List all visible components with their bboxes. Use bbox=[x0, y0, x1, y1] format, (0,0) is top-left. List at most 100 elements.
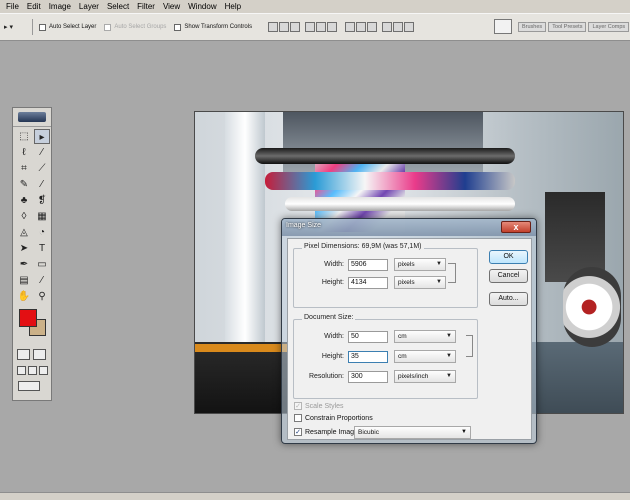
history-brush-icon[interactable]: ❡ bbox=[34, 193, 50, 208]
doc-width-input[interactable]: 50 bbox=[348, 330, 388, 343]
full-screen-menu-icon[interactable] bbox=[28, 366, 37, 375]
standard-mode-icon[interactable] bbox=[17, 349, 30, 360]
constrain-proportions-label: Constrain Proportions bbox=[305, 414, 373, 422]
blur-icon[interactable]: ◬ bbox=[16, 225, 32, 240]
menu-help[interactable]: Help bbox=[221, 0, 245, 13]
check-icon: ✓ bbox=[294, 402, 302, 410]
distribute-bottom-icon[interactable] bbox=[367, 22, 378, 32]
show-transform-controls-checkbox[interactable]: Show Transform Controls bbox=[174, 23, 252, 31]
distribute-hcenter-icon[interactable] bbox=[393, 22, 404, 32]
tool-preset-picker[interactable]: ▸ ▾ bbox=[4, 20, 22, 34]
menu-image[interactable]: Image bbox=[45, 0, 75, 13]
menu-window[interactable]: Window bbox=[184, 0, 220, 13]
pixel-width-input[interactable]: 5906 bbox=[348, 258, 388, 271]
align-left-icon[interactable] bbox=[305, 22, 316, 32]
align-top-icon[interactable] bbox=[268, 22, 279, 32]
align-right-icon[interactable] bbox=[327, 22, 338, 32]
menu-view[interactable]: View bbox=[159, 0, 184, 13]
pen-icon[interactable]: ✒ bbox=[16, 257, 32, 272]
distribute-buttons bbox=[345, 22, 415, 32]
constrain-proportions-checkbox[interactable]: Constrain Proportions bbox=[294, 414, 373, 422]
pixel-height-input[interactable]: 4134 bbox=[348, 276, 388, 289]
tab-brushes[interactable]: Brushes bbox=[518, 22, 547, 32]
type-icon[interactable]: T bbox=[34, 241, 50, 256]
align-bottom-icon[interactable] bbox=[290, 22, 301, 32]
distribute-left-icon[interactable] bbox=[382, 22, 393, 32]
pixel-width-row: Width: 5906 pixels ▼ bbox=[298, 258, 446, 271]
path-selection-icon[interactable]: ➤ bbox=[16, 241, 32, 256]
resample-method-select[interactable]: Bicubic ▼ bbox=[354, 426, 471, 439]
distribute-vcenter-icon[interactable] bbox=[356, 22, 367, 32]
lasso-icon[interactable]: ℓ bbox=[16, 145, 32, 160]
resample-image-checkbox[interactable]: ✓ Resample Image: bbox=[294, 428, 360, 436]
doc-height-unit: cm bbox=[398, 353, 407, 360]
slice-icon[interactable]: ⟋ bbox=[34, 161, 50, 176]
pixel-width-unit-select[interactable]: pixels ▼ bbox=[394, 258, 446, 271]
doc-width-unit-select[interactable]: cm ▼ bbox=[394, 330, 456, 343]
check-icon: ✓ bbox=[294, 428, 302, 436]
clone-stamp-icon[interactable]: ♣ bbox=[16, 193, 32, 208]
zoom-icon[interactable]: ⚲ bbox=[34, 289, 50, 304]
eyedropper-icon[interactable]: ⁄ bbox=[34, 273, 50, 288]
tab-layer-comps[interactable]: Layer Comps bbox=[588, 22, 630, 32]
chevron-down-icon: ▼ bbox=[436, 279, 442, 285]
cancel-button[interactable]: Cancel bbox=[489, 269, 528, 283]
screen-mode-buttons bbox=[13, 366, 51, 375]
align-vcenter-icon[interactable] bbox=[279, 22, 290, 32]
pixel-width-unit: pixels bbox=[398, 261, 415, 268]
ok-button[interactable]: OK bbox=[489, 250, 528, 264]
tool-grid: ⬚ ▸ ℓ ⁄ ⌗ ⟋ ✎ ⁄ ♣ ❡ ◊ ▦ ◬ ◔ ➤ T ✒ ▭ ▤ ⁄ … bbox=[13, 127, 51, 304]
magic-wand-icon[interactable]: ⁄ bbox=[34, 145, 50, 160]
notes-icon[interactable]: ▤ bbox=[16, 273, 32, 288]
palette-well-icon[interactable] bbox=[494, 19, 512, 34]
full-screen-icon[interactable] bbox=[39, 366, 48, 375]
distribute-right-icon[interactable] bbox=[404, 22, 415, 32]
menu-select[interactable]: Select bbox=[103, 0, 133, 13]
brush-icon[interactable]: ⁄ bbox=[34, 177, 50, 192]
menu-file[interactable]: File bbox=[2, 0, 23, 13]
dialog-title-bar[interactable]: Image Size x bbox=[282, 219, 536, 236]
align-hcenter-icon[interactable] bbox=[316, 22, 327, 32]
resolution-input[interactable]: 300 bbox=[348, 370, 388, 383]
tab-tool-presets[interactable]: Tool Presets bbox=[548, 22, 587, 32]
jump-to-imageready-icon[interactable] bbox=[18, 381, 40, 391]
resolution-unit-select[interactable]: pixels/inch ▼ bbox=[394, 370, 456, 383]
foreground-color-swatch[interactable] bbox=[19, 309, 37, 327]
scale-styles-checkbox[interactable]: ✓ Scale Styles bbox=[294, 402, 344, 410]
close-icon[interactable]: x bbox=[501, 221, 531, 233]
move-icon[interactable]: ▸ bbox=[34, 129, 50, 144]
menu-layer[interactable]: Layer bbox=[75, 0, 103, 13]
doc-height-unit-select[interactable]: cm ▼ bbox=[394, 350, 456, 363]
doc-height-label: Height: bbox=[321, 353, 344, 360]
press-roller bbox=[255, 148, 515, 164]
resample-image-label: Resample Image: bbox=[305, 428, 360, 436]
pixel-link-bracket-icon bbox=[448, 263, 456, 283]
dodge-icon[interactable]: ◔ bbox=[34, 225, 50, 240]
resolution-unit: pixels/inch bbox=[398, 373, 429, 380]
toolbox: ⬚ ▸ ℓ ⁄ ⌗ ⟋ ✎ ⁄ ♣ ❡ ◊ ▦ ◬ ◔ ➤ T ✒ ▭ ▤ ⁄ … bbox=[12, 107, 52, 401]
auto-select-layer-label: Auto Select Layer bbox=[49, 24, 97, 30]
doc-width-label: Width: bbox=[324, 333, 344, 340]
distribute-top-icon[interactable] bbox=[345, 22, 356, 32]
standard-screen-icon[interactable] bbox=[17, 366, 26, 375]
pixel-height-row: Height: 4134 pixels ▼ bbox=[298, 276, 446, 289]
hand-icon[interactable]: ✋ bbox=[16, 289, 32, 304]
resolution-row: Resolution: 300 pixels/inch ▼ bbox=[298, 370, 456, 383]
auto-button[interactable]: Auto... bbox=[489, 292, 528, 306]
shape-icon[interactable]: ▭ bbox=[34, 257, 50, 272]
quick-mask-mode-icon[interactable] bbox=[33, 349, 46, 360]
auto-select-layer-checkbox[interactable]: Auto Select Layer bbox=[39, 23, 97, 31]
pixel-height-label: Height: bbox=[321, 279, 344, 286]
auto-select-groups-checkbox[interactable]: Auto Select Groups bbox=[104, 23, 166, 31]
gradient-icon[interactable]: ▦ bbox=[34, 209, 50, 224]
marquee-icon[interactable]: ⬚ bbox=[16, 129, 32, 144]
doc-height-input[interactable]: 35 bbox=[348, 350, 388, 363]
pixel-height-unit-select[interactable]: pixels ▼ bbox=[394, 276, 446, 289]
crop-icon[interactable]: ⌗ bbox=[16, 161, 32, 176]
doc-width-unit: cm bbox=[398, 333, 407, 340]
toolbox-header[interactable] bbox=[13, 108, 51, 127]
menu-filter[interactable]: Filter bbox=[133, 0, 159, 13]
eraser-icon[interactable]: ◊ bbox=[16, 209, 32, 224]
healing-brush-icon[interactable]: ✎ bbox=[16, 177, 32, 192]
menu-edit[interactable]: Edit bbox=[23, 0, 45, 13]
